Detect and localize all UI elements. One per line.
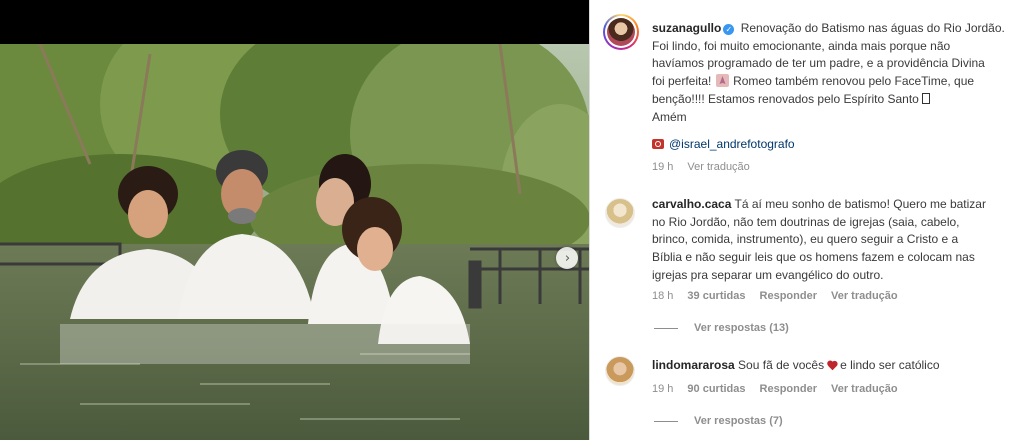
caption-line: benção!!!! Estamos renovados pelo Espíri… bbox=[652, 91, 919, 106]
comment-reply-button[interactable]: Responder bbox=[760, 290, 817, 302]
caption-meta: 19 h Ver tradução bbox=[652, 161, 750, 173]
comment-likes-count[interactable]: 39 curtidas bbox=[687, 290, 745, 302]
replies-line bbox=[654, 327, 678, 329]
view-replies-button[interactable]: Ver respostas (13) bbox=[654, 322, 789, 334]
verified-badge-icon: ✓ bbox=[723, 24, 735, 35]
comment-text: Bíblia e não seguir leis que os homens f… bbox=[652, 250, 975, 265]
commenter-avatar[interactable] bbox=[605, 198, 635, 228]
caption-line: Amém bbox=[652, 109, 687, 124]
comment-username[interactable]: carvalho.caca bbox=[652, 197, 731, 211]
missing-glyph-icon bbox=[921, 92, 930, 104]
caption-translate-button[interactable]: Ver tradução bbox=[687, 161, 749, 173]
baptism-photo-illustration bbox=[0, 44, 589, 440]
post-caption: suzanagullo ✓ Renovação do Batismo nas ág… bbox=[652, 20, 1018, 126]
photo-credit[interactable]: @israel_andrefotografo bbox=[652, 137, 795, 151]
comment-username[interactable]: lindomararosa bbox=[652, 358, 735, 372]
post-media-pane: › bbox=[0, 0, 589, 440]
caption-line: Renovação do Batismo nas águas do Rio Jo… bbox=[740, 21, 1005, 35]
commenter-avatar[interactable] bbox=[605, 356, 635, 386]
comment-timestamp: 18 h bbox=[652, 290, 674, 302]
view-replies-label: Ver respostas (7) bbox=[694, 415, 783, 427]
view-replies-label: Ver respostas (13) bbox=[694, 322, 789, 334]
post-photo[interactable] bbox=[0, 44, 589, 440]
comment-translate-button[interactable]: Ver tradução bbox=[831, 290, 898, 302]
caption-line: havíamos programado de ter um padre, e a… bbox=[652, 56, 985, 71]
comment-meta: 19 h 90 curtidas Responder Ver tradução bbox=[652, 383, 898, 395]
comment-text: e lindo ser católico bbox=[840, 358, 940, 372]
comment-timestamp: 19 h bbox=[652, 383, 674, 395]
comment-text: Sou fã de vocês bbox=[738, 358, 825, 372]
comment-meta: 18 h 39 curtidas Responder Ver tradução bbox=[652, 290, 898, 302]
camera-icon bbox=[652, 139, 664, 149]
view-replies-button[interactable]: Ver respostas (7) bbox=[654, 415, 783, 427]
post-side-panel: suzanagullo ✓ Renovação do Batismo nas ág… bbox=[590, 0, 1024, 440]
caption-line: Romeo também renovou pelo FaceTime, que bbox=[733, 74, 975, 89]
photo-credit-handle[interactable]: @israel_andrefotografo bbox=[669, 137, 795, 151]
comment-text: Tá aí meu sonho de batismo! Quero me bat… bbox=[734, 197, 986, 211]
comment-reply-button[interactable]: Responder bbox=[760, 383, 817, 395]
replies-line bbox=[654, 420, 678, 422]
next-media-button[interactable]: › bbox=[556, 247, 578, 269]
comment-item: carvalho.caca Tá aí meu sonho de batismo… bbox=[652, 196, 1018, 285]
author-avatar[interactable] bbox=[603, 14, 639, 50]
caption-line: Foi lindo, foi muito emocionante, ainda … bbox=[652, 38, 951, 53]
comment-text: igrejas pra separar um evangélico do out… bbox=[652, 267, 884, 282]
comment-text: brinco, comida, instrumento), eu quero s… bbox=[652, 232, 959, 247]
heart-emoji bbox=[827, 361, 837, 370]
comment-item: lindomararosa Sou fã de vocês e lindo ser… bbox=[652, 357, 1018, 375]
caption-line: foi perfeita! bbox=[652, 74, 712, 89]
author-username[interactable]: suzanagullo bbox=[652, 21, 721, 35]
chevron-right-icon: › bbox=[564, 250, 571, 266]
caption-timestamp: 19 h bbox=[652, 161, 674, 173]
comment-likes-count[interactable]: 90 curtidas bbox=[687, 383, 745, 395]
praying-hands-emoji bbox=[715, 74, 729, 88]
comment-text: no Rio Jordão, não tem doutrinas de igre… bbox=[652, 214, 960, 229]
comment-translate-button[interactable]: Ver tradução bbox=[831, 383, 898, 395]
